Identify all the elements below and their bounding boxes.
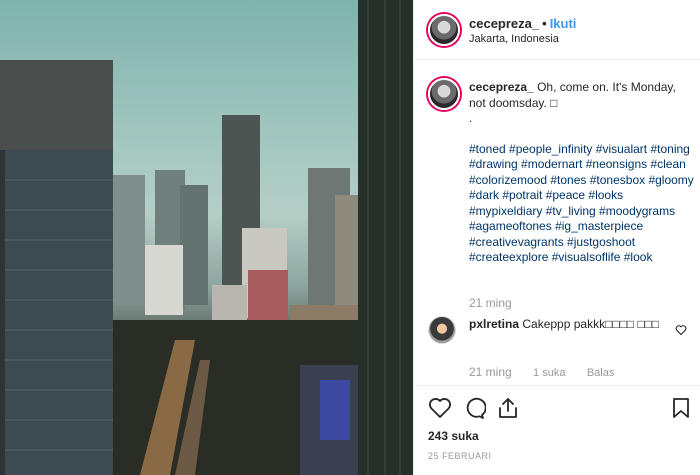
separator-dot: • xyxy=(542,16,547,31)
comment-icon[interactable] xyxy=(462,396,486,420)
post-details-panel: cecepreza_ • Ikuti Jakarta, Indonesia cece… xyxy=(413,0,700,475)
reply-comment: pxlretina Cakeppp pakkk□□□□ □□□ xyxy=(469,317,669,332)
reply-timestamp[interactable]: 21 ming xyxy=(469,365,512,379)
header-username-row: cecepreza_ • Ikuti xyxy=(469,16,576,31)
post-photo[interactable] xyxy=(0,0,413,475)
comment-like-heart-icon[interactable] xyxy=(675,324,687,336)
follow-button[interactable]: Ikuti xyxy=(550,16,577,31)
likes-count[interactable]: 243 suka xyxy=(428,429,479,443)
share-icon[interactable] xyxy=(496,396,520,420)
caption-avatar[interactable] xyxy=(428,78,460,110)
comments-section: cecepreza_ Oh, come on. It's Monday, not… xyxy=(414,60,700,385)
post-actions: 243 suka 25 FEBRUARI xyxy=(414,385,700,475)
caption-username[interactable]: cecepreza_ xyxy=(469,80,534,94)
city-skyline-image xyxy=(0,0,413,475)
reply-username[interactable]: pxlretina xyxy=(469,317,519,331)
bookmark-icon[interactable] xyxy=(669,396,693,420)
reply-avatar[interactable] xyxy=(428,316,456,344)
caption-timestamp[interactable]: 21 ming xyxy=(469,296,512,310)
user-avatar[interactable] xyxy=(428,14,460,46)
reply-text: Cakeppp pakkk□□□□ □□□ xyxy=(522,317,660,331)
post-date[interactable]: 25 FEBRUARI xyxy=(428,451,492,461)
caption-hashtags[interactable]: #toned #people_infinity #visualart #toni… xyxy=(469,142,694,266)
caption: cecepreza_ Oh, come on. It's Monday, not… xyxy=(469,80,694,266)
header-username[interactable]: cecepreza_ xyxy=(469,16,539,31)
caption-dot: . xyxy=(469,111,473,125)
reply-likes[interactable]: 1 suka xyxy=(533,367,565,379)
post-header: cecepreza_ • Ikuti Jakarta, Indonesia xyxy=(414,0,700,60)
reply-meta: 21 ming 1 suka Balas xyxy=(469,365,632,379)
reply-button[interactable]: Balas xyxy=(587,367,615,379)
heart-icon[interactable] xyxy=(428,396,452,420)
post-location[interactable]: Jakarta, Indonesia xyxy=(469,33,559,45)
